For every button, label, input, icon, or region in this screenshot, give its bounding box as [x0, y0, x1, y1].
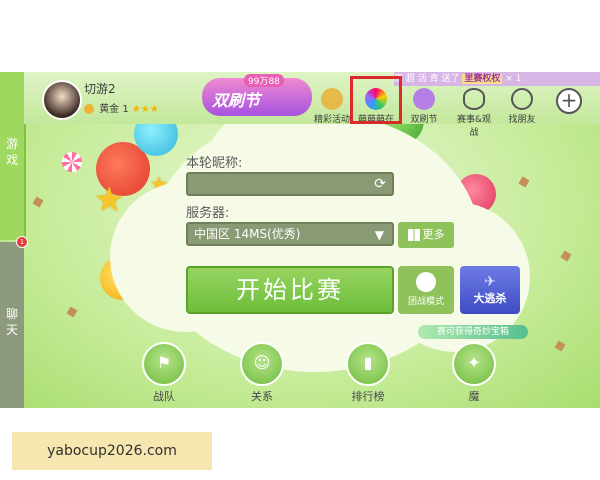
- podium-icon: ▮: [346, 342, 390, 386]
- server-select[interactable]: 中国区 14MS(优秀) ▼: [186, 222, 394, 246]
- nav-festival-label: 双刷节: [410, 115, 438, 125]
- refresh-icon[interactable]: ⟳: [374, 176, 386, 192]
- server-label: 服务器:: [186, 206, 230, 221]
- plus-button[interactable]: +: [556, 88, 582, 114]
- nav-friends[interactable]: 找朋友: [502, 88, 542, 125]
- tab-chat-label: 聊 天: [5, 307, 18, 337]
- rank-info: 黄金 1 ★★★: [84, 100, 159, 115]
- hex-decoration: [518, 176, 530, 188]
- nickname-label: 本轮昵称:: [186, 156, 243, 171]
- nav-friends-label: 找朋友: [508, 115, 536, 125]
- promo-marquee: 惠 超 活 青 送了 里赛权权 × 1: [394, 72, 600, 86]
- highlight-box: [350, 76, 402, 124]
- festival-banner[interactable]: 99万88 双刷节: [202, 74, 312, 116]
- promo-suffix: × 1: [505, 74, 522, 84]
- game-screen: ★ ★ ★ ★ 游 戏 聊 天 1 切游2 黄金 1 ★★★ 99万88 双刷节…: [0, 72, 600, 408]
- team-icon: [416, 272, 436, 292]
- nav-events-label: 精彩活动: [313, 115, 350, 125]
- add-friend-icon: [511, 88, 533, 110]
- trophy-icon: [321, 88, 343, 110]
- star-decoration: ★: [94, 180, 125, 220]
- tab-chat[interactable]: 聊 天: [0, 242, 24, 408]
- battle-royale-label: 大逃杀: [473, 292, 507, 305]
- rank-badge-icon: [84, 104, 94, 114]
- battle-royale-button[interactable]: ✈ 大逃杀: [460, 266, 520, 314]
- lollipop: [62, 152, 82, 172]
- chevron-down-icon: ▼: [374, 228, 384, 242]
- nav-magic[interactable]: ✦ 魔: [446, 342, 502, 404]
- more-button[interactable]: 更多: [398, 222, 454, 248]
- nav-team[interactable]: ⚑ 战队: [136, 342, 192, 404]
- banner-title: 双刷节: [212, 91, 261, 110]
- notification-badge: 1: [16, 236, 28, 248]
- promo-highlight: 里赛权权: [462, 74, 503, 84]
- grid-icon: [407, 229, 420, 241]
- hex-decoration: [560, 250, 572, 262]
- banner-tag: 99万88: [244, 74, 284, 87]
- rank-label: 黄金 1: [99, 104, 129, 115]
- eye-icon: [463, 88, 485, 110]
- nav-festival[interactable]: 双刷节: [404, 88, 444, 125]
- top-bar: 切游2 黄金 1 ★★★ 99万88 双刷节 惠 超 活 青 送了 里赛权权 ×…: [24, 72, 600, 138]
- server-value: 中国区 14MS(优秀): [194, 227, 301, 241]
- nav-magic-label: 魔: [468, 390, 480, 403]
- nickname-input[interactable]: ⟳: [186, 172, 394, 196]
- watermark-text: yabocup2026.com: [12, 432, 212, 470]
- team-mode-label: 团战模式: [407, 297, 444, 307]
- tab-games[interactable]: 游 戏: [0, 72, 26, 240]
- nav-matches-label: 赛事&观战: [456, 115, 492, 138]
- more-label: 更多: [422, 228, 445, 241]
- avatar[interactable]: [42, 80, 82, 120]
- start-match-button[interactable]: 开始比赛: [186, 266, 394, 314]
- nav-events[interactable]: 精彩活动: [312, 88, 352, 125]
- magic-icon: ✦: [452, 342, 496, 386]
- hex-decoration: [554, 340, 566, 352]
- chest-banner[interactable]: 赛可获得奇妙宝箱: [418, 325, 528, 339]
- nav-leaderboard[interactable]: ▮ 排行榜: [340, 342, 396, 404]
- rank-stars: ★★★: [131, 104, 159, 115]
- team-mode-button[interactable]: 团战模式: [398, 266, 454, 314]
- nav-matches[interactable]: 赛事&观战: [454, 88, 494, 138]
- hex-decoration: [32, 196, 44, 208]
- plane-icon: ✈: [484, 274, 496, 290]
- nav-relations-label: 关系: [251, 390, 273, 403]
- tab-games-label: 游 戏: [5, 137, 18, 167]
- people-icon: ☺: [240, 342, 284, 386]
- team-group-icon: ⚑: [142, 342, 186, 386]
- festival-icon: [413, 88, 435, 110]
- nav-relations[interactable]: ☺ 关系: [234, 342, 290, 404]
- hex-decoration: [66, 306, 78, 318]
- username: 切游2: [84, 82, 116, 96]
- promo-prefix: 惠 超 活 青 送了: [394, 74, 460, 84]
- nav-team-label: 战队: [153, 390, 175, 403]
- nav-leaderboard-label: 排行榜: [351, 390, 385, 403]
